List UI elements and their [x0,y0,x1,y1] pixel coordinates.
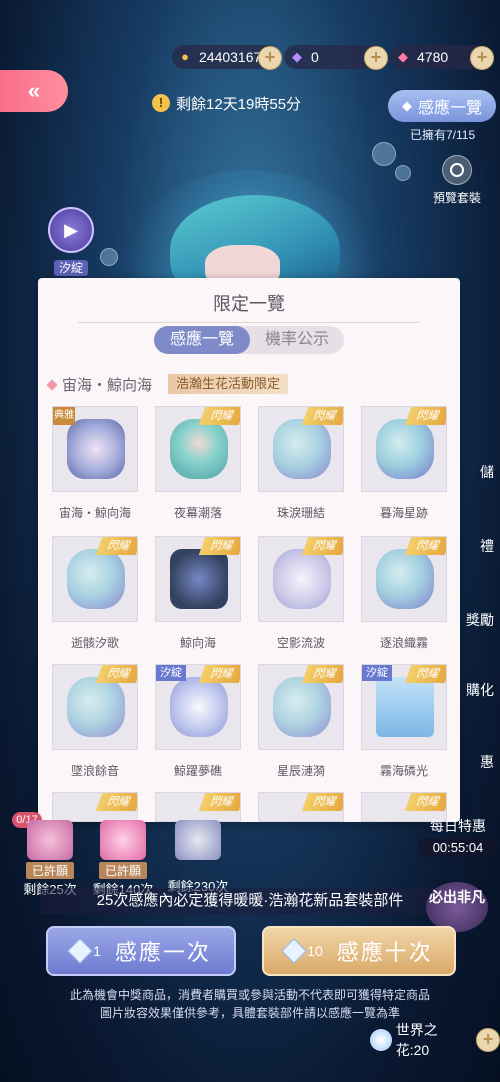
item-card[interactable]: 閃耀 星辰漣漪 [258,664,346,779]
item-name: 宙海・鯨向海 [58,506,131,520]
add-world-flower-button[interactable]: + [476,1028,500,1052]
section-title: 宙海・鯨向海 [62,377,153,394]
item-name: 暮海星跡 [379,506,428,520]
bubble-decor [100,248,118,266]
item-card[interactable]: 閃耀 [258,792,346,822]
pink-diamond-icon: ◆ [398,49,408,64]
section-badge: 浩瀚生花活動限定 [168,374,289,394]
item-card[interactable]: 閃耀 夜幕潮落 [155,406,243,521]
daily-deal[interactable]: 每日特惠 00:55:04 [418,816,498,857]
item-name: 星辰漣漪 [276,764,325,778]
world-flower-counter: 世界之花:20 + [370,1022,500,1058]
item-card[interactable]: 閃耀 珠淚珊結 [258,406,346,521]
item-card[interactable]: 閃耀 空影流波 [258,536,346,651]
side-label-purchase[interactable]: 購化 [460,680,500,700]
cat-coin-icon: ● [181,49,189,64]
item-card[interactable]: 閃耀 暮海星跡 [361,406,449,521]
add-gold-button[interactable]: + [258,46,282,70]
reward-slot[interactable]: 已許願 剩餘140次 [83,820,163,898]
item-name: 珠淚珊結 [276,506,325,520]
exclamation-icon: ! [152,94,170,112]
play-icon[interactable]: ▶ [48,207,94,253]
character-icon [175,820,221,860]
daily-deal-timer: 00:55:04 [418,838,498,857]
dress-icon [100,820,146,860]
tab-gallery[interactable]: 感應一覽 [154,326,250,354]
modal-title: 限定一覽 [213,294,285,314]
bubble-decor [372,142,396,166]
item-card[interactable]: 閃耀 逝骸汐歌 [52,536,140,651]
world-flower-icon [370,1029,392,1051]
event-timer: ! 剩餘12天19時55分 [152,92,301,114]
owned-count: 已擁有7/115 [410,128,476,142]
reward-slot[interactable]: 已許願 剩餘25次 [10,820,90,898]
item-card[interactable]: 閃耀 [155,792,243,822]
item-name: 逐浪織霧 [379,636,428,650]
item-card[interactable]: 汐綻 閃耀 霧海磷光 [361,664,449,779]
item-name: 鯨向海 [179,636,216,650]
item-card[interactable]: 典雅 宙海・鯨向海 [52,406,140,521]
guarantee-banner: 25次感應內必定獲得暖暖·浩瀚花新品套裝部件 [40,888,460,914]
add-diamond-button[interactable]: + [470,46,494,70]
pull-once-button[interactable]: 1 感應一次 [46,926,236,976]
back-button[interactable]: « [0,70,68,112]
item-card[interactable]: 閃耀 [52,792,140,822]
side-label-storage[interactable]: 儲 [460,462,500,482]
side-label-reward[interactable]: 獎勵 [460,610,500,630]
dress-icon [27,820,73,860]
tab-probability[interactable]: 機率公示 [250,326,344,354]
item-name: 墜浪餘音 [70,764,119,778]
diamond-icon: ◆ [401,98,412,113]
item-card[interactable]: 閃耀 鯨向海 [155,536,243,651]
reward-slot[interactable]: 剩餘230次 [158,820,238,895]
item-name: 霧海磷光 [379,764,428,778]
side-label-gift[interactable]: 禮 [460,536,500,556]
crystal-icon [67,938,93,964]
gallery-button[interactable]: ◆ 感應一覽 [388,90,496,122]
magnifier-icon [442,155,472,185]
preview-outfit-button[interactable]: 預覽套裝 [432,155,482,206]
item-name: 夜幕潮落 [173,506,222,520]
item-name: 逝骸汐歌 [70,636,119,650]
section-diamond-icon [46,379,58,391]
purple-gem-icon: ◆ [292,49,302,64]
item-card[interactable]: 閃耀 逐浪織霧 [361,536,449,651]
xiding-tag: 汐綻 [54,260,88,276]
disclaimer-line-2: 圖片妝容效果僅供參考，具體套裝部件請以感應一覽為準 [99,1006,400,1020]
item-card[interactable]: 汐綻 閃耀 鯨躍夢礁 [155,664,243,779]
bubble-decor [395,165,411,181]
must-get-badge: 必出非凡 [426,882,488,932]
pull-ten-button[interactable]: 10 感應十次 [262,926,456,976]
crystal-icon [281,938,307,964]
limited-list-modal: 限定一覽 感應一覽 機率公示 宙海・鯨向海 浩瀚生花活動限定 典雅 宙海・鯨向海… [38,278,460,822]
item-card[interactable]: 閃耀 墜浪餘音 [52,664,140,779]
disclaimer-line-1: 此為機會中獎商品，消費者購買或參與活動不代表即可獲得特定商品 [69,988,430,1002]
title-divider [78,322,420,323]
item-name: 空影流波 [276,636,325,650]
item-name: 鯨躍夢礁 [173,764,222,778]
side-label-deal[interactable]: 惠 [460,752,500,772]
add-gem-button[interactable]: + [364,46,388,70]
